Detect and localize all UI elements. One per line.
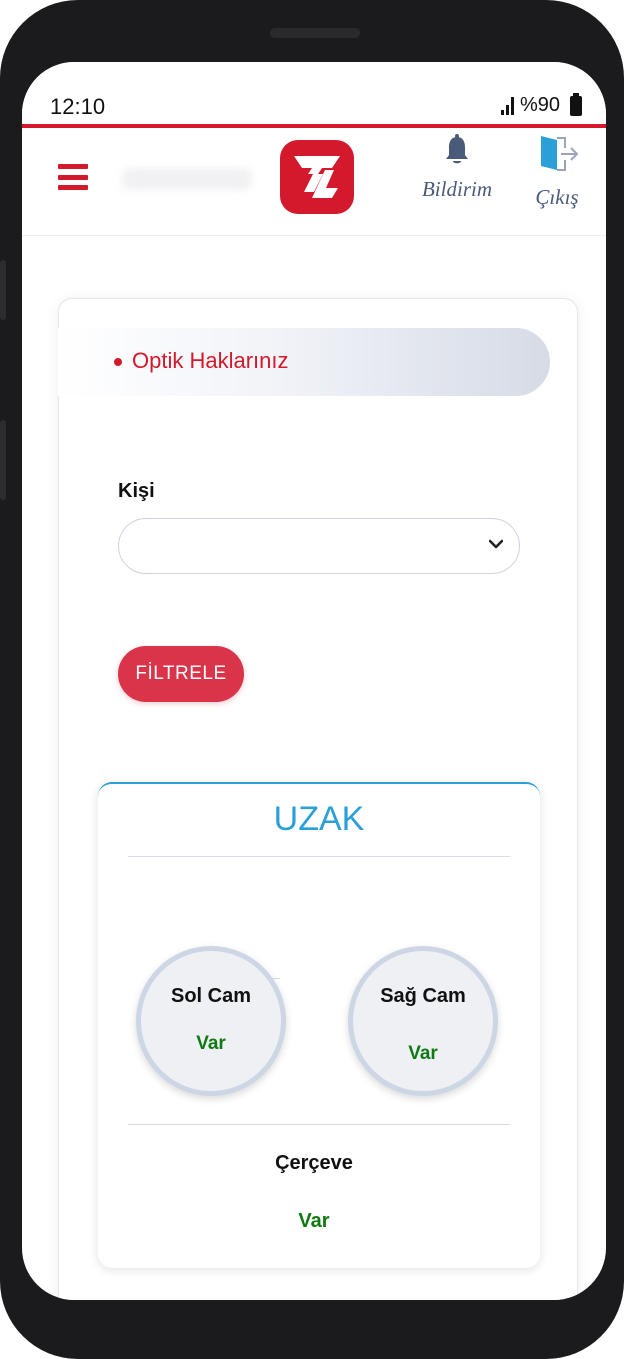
- blurred-user-name: [122, 168, 252, 190]
- section-title-bar: Optik Haklarınız: [58, 328, 550, 396]
- divider: [128, 1124, 510, 1125]
- right-lens: Sağ Cam Var: [348, 946, 498, 1096]
- app-header: Bildirim Çıkış: [22, 128, 606, 236]
- phone-frame: 12:10 %90 Bildirim Çıkış Optik Haklarını…: [0, 0, 624, 1359]
- right-lens-label: Sağ Cam: [380, 985, 466, 1007]
- power-button: [0, 420, 6, 500]
- status-indicators: %90: [500, 92, 582, 117]
- frame-label: Çerçeve: [275, 1152, 353, 1174]
- battery-icon: [570, 92, 582, 116]
- divider: [128, 856, 510, 857]
- filter-button[interactable]: FİLTRELE: [118, 646, 244, 702]
- frame-value: Var: [298, 1210, 330, 1232]
- screen: 12:10 %90 Bildirim Çıkış Optik Haklarını…: [22, 62, 606, 1300]
- notifications-button[interactable]: Bildirim: [414, 134, 500, 202]
- left-lens: Sol Cam Var: [136, 946, 286, 1096]
- volume-button: [0, 260, 6, 320]
- logout-button[interactable]: Çıkış: [522, 134, 592, 210]
- speaker: [270, 28, 360, 38]
- status-bar: 12:10 %90: [22, 62, 606, 128]
- logout-label: Çıkış: [535, 185, 579, 209]
- hamburger-icon[interactable]: [58, 164, 88, 190]
- exit-icon: [541, 136, 579, 171]
- bullet-icon: [114, 358, 122, 366]
- logo-icon: [294, 156, 340, 198]
- chevron-down-icon: [489, 539, 503, 549]
- left-lens-label: Sol Cam: [170, 985, 252, 1007]
- person-select[interactable]: [118, 518, 520, 574]
- uzak-title: UZAK: [273, 800, 365, 838]
- bell-icon: [446, 134, 468, 164]
- right-lens-value: Var: [408, 1043, 438, 1064]
- app-logo[interactable]: [280, 140, 354, 214]
- status-time: 12:10: [50, 94, 106, 119]
- signal-icon: [500, 96, 514, 115]
- battery-percentage: %90: [519, 94, 560, 116]
- person-label: Kişi: [118, 480, 155, 502]
- section-title: Optik Haklarınız: [132, 348, 289, 373]
- left-lens-value: Var: [196, 1033, 226, 1054]
- notifications-label: Bildirim: [421, 177, 492, 201]
